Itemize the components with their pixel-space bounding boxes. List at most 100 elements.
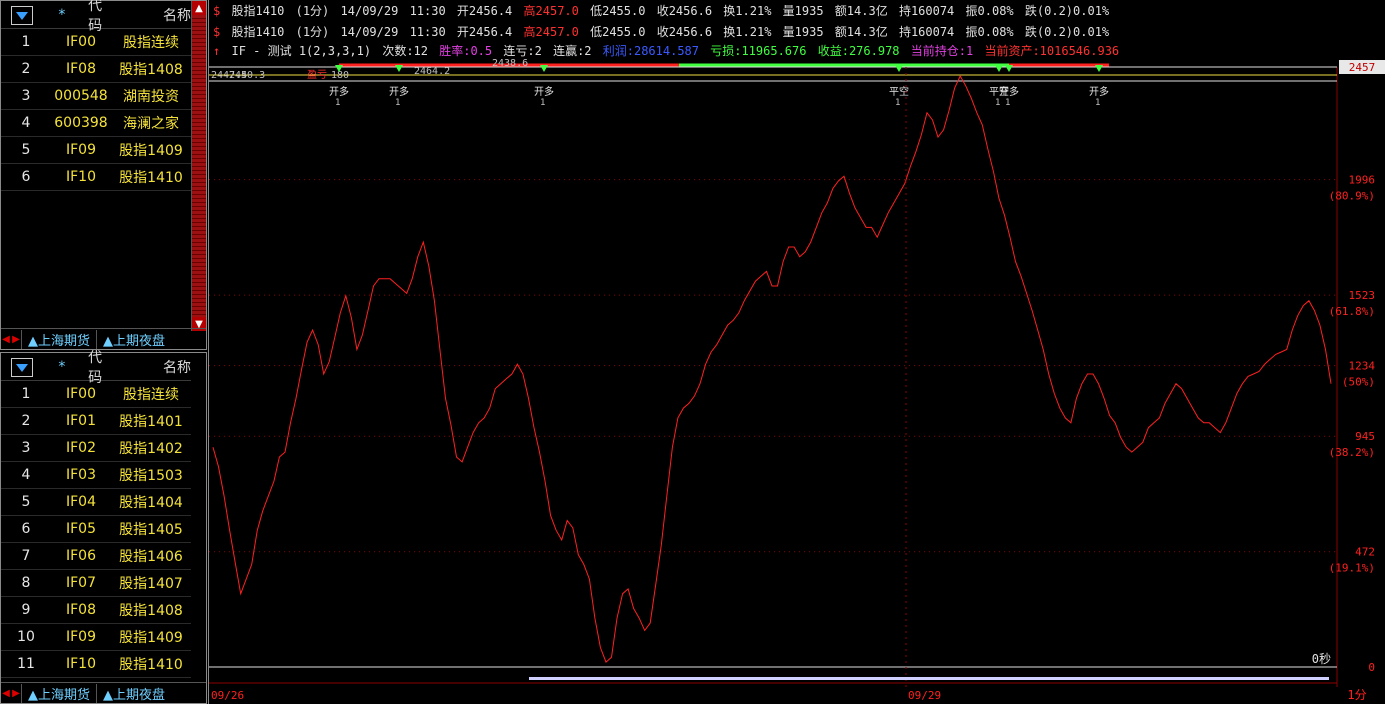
y-tick-label: 1234	[1349, 360, 1376, 373]
row-index: 4	[21, 115, 31, 131]
horizontal-scrollbar[interactable]	[529, 677, 1329, 680]
row-code: IF07	[66, 575, 96, 591]
row-code: IF05	[66, 521, 96, 537]
row-code: 600398	[54, 115, 108, 131]
tab-next-icon[interactable]: ▶	[11, 334, 21, 345]
row-name: 股指1409	[119, 630, 183, 646]
row-code: IF10	[66, 656, 96, 672]
row-index: 8	[21, 575, 31, 591]
trade-marker-count: 1	[895, 98, 900, 108]
row-index: 4	[21, 467, 31, 483]
trade-marker-icon	[995, 65, 1003, 72]
row-name: 股指连续	[123, 35, 179, 51]
overlay-label: 180	[331, 70, 349, 81]
name-column-header[interactable]: 名称	[108, 5, 191, 25]
scroll-up-icon[interactable]: ▲	[192, 1, 206, 15]
row-index: 6	[21, 521, 31, 537]
trade-marker-icon	[1005, 65, 1013, 72]
dropdown-button[interactable]	[11, 358, 33, 377]
overlay-label: 盈亏	[307, 69, 327, 81]
row-name: 股指1410	[119, 170, 183, 186]
price-chart[interactable]: 2457 1996 (80.9%) 1523 (61.8%) 1234 (50%) 945 (3…	[209, 0, 1385, 704]
watchlist-top: * 代码 名称 1 IF00 股指连续 2 IF08 股指1408 3 000548 湖南投资 4…	[0, 0, 207, 350]
row-name: 股指1503	[119, 468, 183, 484]
y-tick-label: 472	[1355, 546, 1375, 559]
trade-marker-label: 开多	[999, 85, 1019, 98]
row-index: 3	[21, 88, 31, 104]
table-row[interactable]: 2 IF01 股指1401	[1, 408, 191, 435]
watchlist-bottom: * 代码 名称 1 IF00 股指连续 2 IF01 股指1401 3 IF02 股指1402 4…	[0, 350, 207, 704]
row-index: 2	[21, 61, 31, 77]
vertical-scrollbar[interactable]: ▲ ▼	[191, 1, 206, 331]
table-row[interactable]: 7 IF06 股指1406	[1, 543, 191, 570]
star-column-header[interactable]: *	[41, 7, 83, 23]
table-row[interactable]: 3 000548 湖南投资	[1, 83, 191, 110]
dropdown-button[interactable]	[11, 6, 33, 25]
row-index: 1	[21, 386, 31, 402]
y-tick-pct: (38.2%)	[1329, 446, 1375, 459]
tab-prev-icon[interactable]: ◀	[1, 334, 11, 345]
countdown-label: 0秒	[1312, 652, 1331, 666]
row-index: 7	[21, 548, 31, 564]
row-index: 1	[21, 34, 31, 50]
row-code: IF02	[66, 440, 96, 456]
row-index: 6	[21, 169, 31, 185]
chart-pane[interactable]: $ 股指1410 (1分) 14/09/29 11:30 开2456.4 高24…	[208, 0, 1385, 704]
tab-next-icon[interactable]: ▶	[11, 688, 21, 699]
watchlist-header: * 代码 名称	[1, 350, 191, 386]
table-row[interactable]: 4 IF03 股指1503	[1, 462, 191, 489]
row-name: 股指1405	[119, 522, 183, 538]
trade-marker-label: 开多	[329, 85, 349, 98]
y-tick-label: 1996	[1349, 174, 1376, 187]
overlay-label: 2438.6	[492, 58, 528, 69]
table-row[interactable]: 1 IF00 股指连续	[1, 381, 191, 408]
row-name: 股指1410	[119, 657, 183, 673]
chevron-down-icon	[16, 363, 28, 372]
table-row[interactable]: 4 600398 海澜之家	[1, 110, 191, 137]
row-index: 10	[17, 629, 35, 645]
row-index: 3	[21, 440, 31, 456]
row-name: 股指1401	[119, 414, 183, 430]
row-index: 11	[17, 656, 35, 672]
row-index: 2	[21, 413, 31, 429]
price-line[interactable]	[212, 74, 1332, 663]
row-code: IF04	[66, 494, 96, 510]
star-column-header[interactable]: *	[41, 359, 83, 375]
last-price-text: 2457	[1349, 61, 1376, 74]
table-row[interactable]: 5 IF09 股指1409	[1, 137, 191, 164]
trade-marker-count: 1	[995, 98, 1000, 108]
trade-marker-icon	[1095, 65, 1103, 72]
watchlist-rows: 1 IF00 股指连续 2 IF08 股指1408 3 000548 湖南投资 4 600398 海澜…	[1, 29, 191, 191]
trade-marker-count: 1	[335, 98, 340, 108]
table-row[interactable]: 5 IF04 股指1404	[1, 489, 191, 516]
row-name: 股指1404	[119, 495, 183, 511]
table-row[interactable]: 2 IF08 股指1408	[1, 56, 191, 83]
trade-marker-icon	[895, 65, 903, 72]
tab-label: 上海期货	[38, 687, 91, 703]
table-row[interactable]: 8 IF07 股指1407	[1, 570, 191, 597]
tab-shanghai-night[interactable]: ▲上期夜盘	[96, 683, 171, 703]
table-row[interactable]: 3 IF02 股指1402	[1, 435, 191, 462]
table-row[interactable]: 11 IF10 股指1410	[1, 651, 191, 678]
row-index: 5	[21, 494, 31, 510]
table-row[interactable]: 10 IF09 股指1409	[1, 624, 191, 651]
tab-prev-icon[interactable]: ◀	[1, 688, 11, 699]
period-label[interactable]: 1分	[1347, 688, 1366, 702]
table-row[interactable]: 9 IF08 股指1408	[1, 597, 191, 624]
scroll-track[interactable]	[192, 15, 206, 317]
table-row[interactable]: 6 IF10 股指1410	[1, 164, 191, 191]
x-tick-label: 09/26	[211, 689, 244, 702]
trade-marker-icon	[540, 65, 548, 72]
y-tick-label: 945	[1355, 430, 1375, 443]
tab-shanghai-futures[interactable]: ▲上海期货	[21, 683, 96, 703]
table-row[interactable]: 6 IF05 股指1405	[1, 516, 191, 543]
table-row[interactable]: 1 IF00 股指连续	[1, 29, 191, 56]
overlay-label: 2464.2	[414, 66, 450, 77]
row-name: 股指1408	[119, 62, 183, 78]
row-name: 海澜之家	[123, 116, 179, 132]
watchlist-rows: 1 IF00 股指连续 2 IF01 股指1401 3 IF02 股指1402 4 IF03 股指15…	[1, 381, 191, 678]
name-column-header[interactable]: 名称	[108, 357, 191, 377]
trade-marker-count: 1	[1095, 98, 1100, 108]
y-tick-label: 0	[1368, 661, 1375, 674]
x-tick-label: 09/29	[908, 689, 941, 702]
